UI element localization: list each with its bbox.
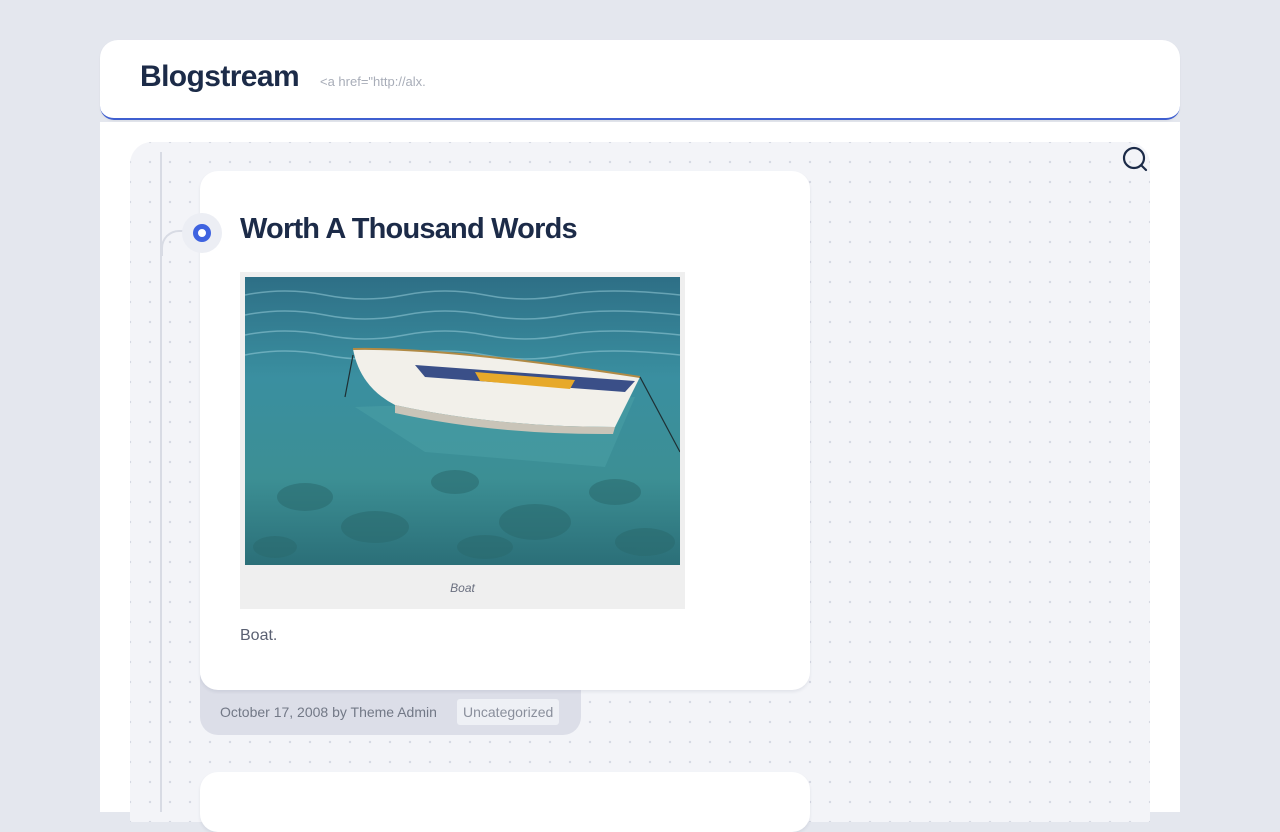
post-excerpt: Boat. <box>240 627 278 644</box>
post-date[interactable]: October 17, 2008 <box>220 704 328 720</box>
search-button[interactable] <box>1120 144 1150 174</box>
site-header: Blogstream <a href="http://alx. <box>100 40 1180 120</box>
image-caption: Boat <box>450 581 475 595</box>
post-card: Worth A Thousand Words Boat Boat. <box>200 171 810 690</box>
search-icon <box>1122 146 1148 172</box>
post-meta-text: October 17, 2008 by Theme Admin <box>220 704 437 720</box>
next-post-card <box>200 772 810 832</box>
meta-by: by <box>332 704 347 720</box>
site-title[interactable]: Blogstream <box>140 60 300 94</box>
post-title[interactable]: Worth A Thousand Words <box>240 213 578 246</box>
boat-image[interactable] <box>245 277 680 565</box>
post-author[interactable]: Theme Admin <box>351 704 437 720</box>
post-figure: Boat <box>240 272 685 609</box>
site-description: <a href="http://alx. <box>320 74 426 89</box>
post-timeline-marker <box>182 213 222 253</box>
category-tag[interactable]: Uncategorized <box>457 699 560 725</box>
